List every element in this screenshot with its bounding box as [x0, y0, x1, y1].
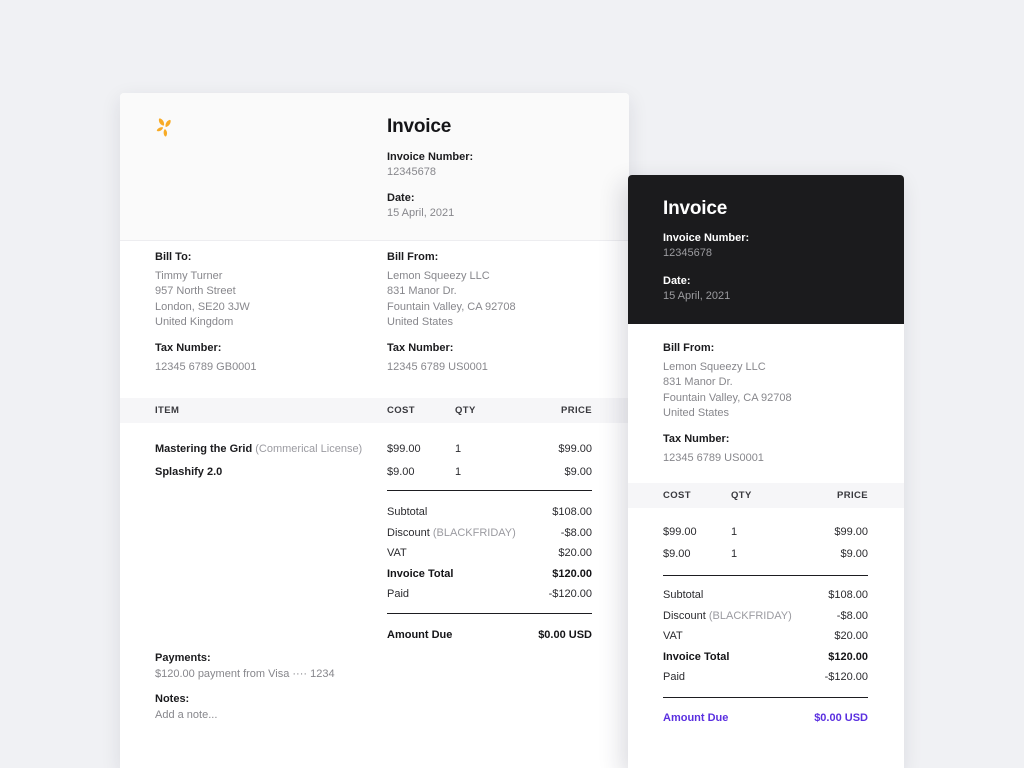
item-qty-cell: 1 [455, 443, 462, 455]
bill-from-line: United States [387, 316, 454, 329]
item-qty-cell: 1 [731, 548, 738, 560]
item-price-cell: $9.00 [564, 466, 592, 478]
invoice-title: Invoice [387, 116, 452, 137]
amount-due-label: Amount Due [663, 712, 729, 724]
invoice-header-section: Invoice Invoice Number: 12345678 Date: 1… [120, 93, 629, 241]
bill-to-line: London, SE20 3JW [155, 300, 250, 313]
item-cost-cell: $99.00 [663, 526, 697, 538]
bill-from-line: 831 Manor Dr. [663, 376, 733, 389]
notes-input-placeholder[interactable]: Add a note... [155, 709, 217, 721]
invoice-number-label: Invoice Number: [387, 151, 474, 163]
column-header-qty: QTY [455, 405, 476, 416]
item-price-cell: $99.00 [558, 443, 592, 455]
column-header-cost: COST [663, 490, 691, 501]
amount-due-row: Amount Due $0.00 USD [628, 712, 904, 726]
tax-number-value: 12345 6789 GB0001 [155, 360, 257, 373]
amount-due-label: Amount Due [387, 629, 453, 641]
invoice-card-light: Invoice Invoice Number: 12345678 Date: 1… [120, 93, 629, 768]
tax-number-value: 12345 6789 US0001 [663, 451, 764, 464]
invoice-card-dark-header: Invoice Invoice Number: 12345678 Date: 1… [628, 175, 904, 768]
item-name-cell: Mastering the Grid (Commerical License) [155, 443, 363, 455]
bill-from-line: Lemon Squeezy LLC [387, 270, 490, 282]
totals-divider [387, 490, 592, 491]
item-name-cell: Splashify 2.0 [155, 466, 223, 478]
amount-due-row: Amount Due $0.00 USD [120, 629, 629, 643]
column-header-price: PRICE [560, 405, 592, 416]
column-header-item: ITEM [155, 405, 180, 416]
tax-number-label: Tax Number: [663, 432, 730, 445]
invoice-header-section-dark: Invoice Invoice Number: 12345678 Date: 1… [628, 175, 904, 324]
item-qty-cell: 1 [455, 466, 462, 478]
bill-from-block: Bill From: Lemon Squeezy LLC 831 Manor D… [387, 250, 602, 374]
item-price-cell: $99.00 [834, 526, 868, 538]
bill-from-line: 831 Manor Dr. [387, 285, 457, 298]
paid-row: Paid -$120.00 [387, 588, 592, 600]
amount-due-value: $0.00 USD [814, 712, 868, 724]
subtotal-row: Subtotal $108.00 [663, 589, 868, 601]
column-header-price: PRICE [836, 490, 868, 501]
date-value: 15 April, 2021 [387, 207, 455, 219]
paid-row: Paid -$120.00 [663, 671, 868, 683]
lemon-logo-icon [155, 116, 177, 145]
item-cost-cell: $9.00 [663, 548, 691, 560]
invoice-total-row: Invoice Total $120.00 [663, 651, 868, 663]
bill-from-block: Bill From: Lemon Squeezy LLC 831 Manor D… [663, 341, 878, 465]
tax-number-label: Tax Number: [387, 341, 454, 354]
payments-value: $120.00 payment from Visa ···· 1234 [155, 668, 335, 680]
date-label: Date: [663, 275, 691, 287]
vat-row: VAT $20.00 [387, 547, 592, 559]
tax-number-value: 12345 6789 US0001 [387, 360, 488, 373]
bill-from-line: Fountain Valley, CA 92708 [387, 300, 516, 313]
subtotal-row: Subtotal $108.00 [387, 506, 592, 518]
payments-label: Payments: [155, 652, 211, 664]
invoice-title: Invoice [663, 198, 728, 219]
bill-from-line: United States [663, 407, 730, 420]
bill-from-label: Bill From: [387, 251, 439, 263]
bill-to-line: 957 North Street [155, 285, 236, 298]
item-cost-cell: $9.00 [387, 466, 415, 478]
bill-from-label: Bill From: [663, 342, 715, 354]
date-value: 15 April, 2021 [663, 290, 731, 302]
item-cost-cell: $99.00 [387, 443, 421, 455]
bill-from-line: Fountain Valley, CA 92708 [663, 391, 792, 404]
invoice-total-row: Invoice Total $120.00 [387, 568, 592, 580]
column-header-qty: QTY [731, 490, 752, 501]
notes-label: Notes: [155, 693, 190, 705]
column-header-cost: COST [387, 405, 415, 416]
bill-to-block: Bill To: Timmy Turner 957 North Street L… [155, 250, 370, 374]
bill-from-line: Lemon Squeezy LLC [663, 361, 766, 373]
item-qty-cell: 1 [731, 526, 738, 538]
tax-number-label: Tax Number: [155, 341, 222, 354]
invoice-number-label: Invoice Number: [663, 232, 750, 244]
vat-row: VAT $20.00 [663, 630, 868, 642]
bill-to-line: United Kingdom [155, 316, 234, 329]
date-label: Date: [387, 192, 415, 204]
bill-to-line: Timmy Turner [155, 270, 223, 282]
totals-divider [663, 575, 868, 576]
invoice-number-value: 12345678 [387, 166, 436, 178]
item-price-cell: $9.00 [840, 548, 868, 560]
amount-due-divider [387, 613, 592, 614]
discount-row: Discount (BLACKFRIDAY) -$8.00 [387, 527, 592, 539]
invoice-number-value: 12345678 [663, 247, 712, 259]
bill-to-label: Bill To: [155, 251, 192, 263]
amount-due-value: $0.00 USD [538, 629, 592, 641]
table-header-row: ITEM COST QTY PRICE [120, 398, 629, 423]
discount-row: Discount (BLACKFRIDAY) -$8.00 [663, 610, 868, 622]
amount-due-divider [663, 697, 868, 698]
table-header-row: COST QTY PRICE [628, 483, 904, 508]
